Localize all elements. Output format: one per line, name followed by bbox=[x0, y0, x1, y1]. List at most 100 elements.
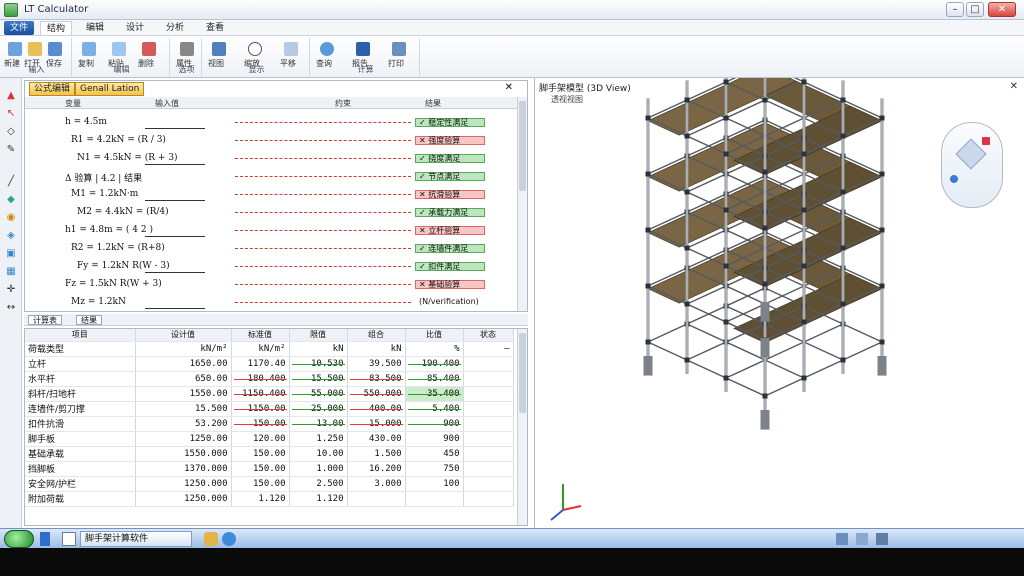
menu-file[interactable]: 文件 bbox=[4, 21, 34, 35]
table-cell[interactable] bbox=[463, 431, 514, 447]
table-cell[interactable] bbox=[463, 461, 514, 477]
table-cell[interactable]: 150.00 bbox=[231, 461, 290, 477]
close-button[interactable]: ✕ bbox=[988, 2, 1016, 17]
table-cell[interactable]: 55.000 bbox=[289, 386, 348, 402]
formula-scrollbar[interactable] bbox=[517, 97, 527, 311]
equation-row[interactable]: R2 = 1.2kN = (R+8) bbox=[71, 243, 165, 253]
table-cell[interactable] bbox=[463, 401, 514, 417]
table-cell[interactable]: 水平杆 bbox=[25, 371, 136, 387]
table-cell[interactable]: 1250.00 bbox=[135, 431, 232, 447]
table-cell[interactable]: 1250.000 bbox=[135, 476, 232, 492]
view-icon[interactable] bbox=[212, 42, 226, 56]
table-cell[interactable]: 100 bbox=[405, 476, 464, 492]
table-cell[interactable]: 430.00 bbox=[347, 431, 406, 447]
table-cell[interactable]: 900 bbox=[405, 416, 464, 432]
table-cell[interactable]: 1.000 bbox=[289, 461, 348, 477]
select-icon[interactable]: ↖ bbox=[4, 108, 18, 120]
support-icon[interactable]: ◈ bbox=[4, 230, 18, 242]
equation-row[interactable]: M2 = 4.4kN = (R/4) bbox=[77, 207, 169, 217]
table-cell[interactable]: 25.000 bbox=[289, 401, 348, 417]
table-cell[interactable]: 1170.40 bbox=[231, 356, 290, 372]
table-header-cell[interactable]: 设计值 bbox=[135, 329, 232, 342]
pen-icon[interactable]: ✎ bbox=[4, 144, 18, 156]
pointer-icon[interactable]: ▲ bbox=[4, 90, 18, 102]
table-cell[interactable]: 550.000 bbox=[347, 386, 406, 402]
table-cell[interactable]: 连墙件/剪刀撑 bbox=[25, 401, 136, 417]
equation-row[interactable]: R1 = 4.2kN = (R / 3) bbox=[71, 135, 166, 145]
sheet-tab-calc[interactable]: 计算表 bbox=[28, 315, 62, 325]
table-cell[interactable]: 53.200 bbox=[135, 416, 232, 432]
equation-row[interactable]: Δ 验算 | 4.2 | 结果 bbox=[65, 171, 142, 184]
table-cell[interactable]: 1370.000 bbox=[135, 461, 232, 477]
table-cell[interactable]: — bbox=[463, 341, 514, 357]
start-button[interactable] bbox=[4, 530, 34, 548]
table-cell[interactable]: 150.00 bbox=[231, 446, 290, 462]
table-row[interactable]: 附加荷载 1250.000 1.120 1.120 bbox=[25, 491, 514, 507]
table-cell[interactable]: 1.120 bbox=[289, 491, 348, 507]
pane-close-icon[interactable]: ✕ bbox=[505, 82, 513, 93]
print-icon[interactable] bbox=[392, 42, 406, 56]
table-cell[interactable]: 190.400 bbox=[405, 356, 464, 372]
tab-general-lation[interactable]: Genall Lation bbox=[75, 82, 145, 96]
3d-viewport[interactable]: 脚手架模型 (3D View) 透视视图 ✕ bbox=[534, 78, 1024, 528]
tray-flag-icon[interactable] bbox=[876, 533, 888, 545]
table-header-cell[interactable]: 项目 bbox=[25, 329, 136, 342]
table-cell[interactable]: 1150.400 bbox=[231, 386, 290, 402]
table-row[interactable]: 水平杆 650.00 180.400 15.500 83.500 85.400 bbox=[25, 371, 514, 387]
explorer-icon[interactable] bbox=[62, 532, 76, 546]
table-cell[interactable]: % bbox=[405, 341, 464, 357]
tab-view[interactable]: 查看 bbox=[200, 21, 230, 35]
table-cell[interactable]: 1550.00 bbox=[135, 386, 232, 402]
table-cell[interactable] bbox=[405, 491, 464, 507]
equation-row[interactable]: N1 = 4.5kN = (R + 3) bbox=[77, 153, 178, 163]
table-cell[interactable]: 150.00 bbox=[231, 416, 290, 432]
table-row[interactable]: 荷载类型 kN/m² kN/m² kN kN% — bbox=[25, 341, 514, 357]
tab-analysis[interactable]: 分析 bbox=[160, 21, 190, 35]
table-cell[interactable]: 15.500 bbox=[135, 401, 232, 417]
node-icon[interactable]: ◆ bbox=[4, 194, 18, 206]
tray-volume-icon[interactable] bbox=[856, 533, 868, 545]
table-cell[interactable]: 10.00 bbox=[289, 446, 348, 462]
table-cell[interactable]: 35.400 bbox=[405, 386, 464, 402]
table-cell[interactable] bbox=[463, 446, 514, 462]
table-cell[interactable]: 39.500 bbox=[347, 356, 406, 372]
folder-icon[interactable] bbox=[204, 532, 218, 546]
table-header-cell[interactable]: 限值 bbox=[289, 329, 348, 342]
table-cell[interactable]: 2.500 bbox=[289, 476, 348, 492]
maximize-button[interactable]: □ bbox=[966, 2, 984, 17]
table-cell[interactable]: 1650.00 bbox=[135, 356, 232, 372]
table-cell[interactable]: 180.400 bbox=[231, 371, 290, 387]
line-icon[interactable]: ╱ bbox=[4, 176, 18, 188]
table-cell[interactable]: 安全网/护栏 bbox=[25, 476, 136, 492]
table-header-cell[interactable]: 组合 bbox=[347, 329, 406, 342]
table-cell[interactable]: 1.500 bbox=[347, 446, 406, 462]
table-header-cell[interactable]: 状态 bbox=[463, 329, 514, 342]
move-icon[interactable]: ✛ bbox=[4, 284, 18, 296]
table-cell[interactable] bbox=[463, 476, 514, 492]
tab-edit[interactable]: 编辑 bbox=[80, 21, 110, 35]
table-cell[interactable]: 5.400 bbox=[405, 401, 464, 417]
zoom-icon[interactable] bbox=[248, 42, 262, 56]
table-cell[interactable]: 120.00 bbox=[231, 431, 290, 447]
table-cell[interactable]: kN/m² bbox=[135, 341, 232, 357]
browser-icon[interactable] bbox=[222, 532, 236, 546]
minimize-button[interactable]: – bbox=[946, 2, 964, 17]
table-cell[interactable]: 1250.000 bbox=[135, 491, 232, 507]
table-row[interactable]: 安全网/护栏 1250.000 150.00 2.500 3.000 100 bbox=[25, 476, 514, 492]
table-cell[interactable]: 3.000 bbox=[347, 476, 406, 492]
properties-icon[interactable] bbox=[180, 42, 194, 56]
equation-row[interactable]: M1 = 1.2kN·m bbox=[71, 189, 138, 199]
table-cell[interactable]: 150.00 bbox=[231, 476, 290, 492]
table-cell[interactable]: 附加荷载 bbox=[25, 491, 136, 507]
paste-icon[interactable] bbox=[112, 42, 126, 56]
table-cell[interactable]: 15.500 bbox=[289, 371, 348, 387]
tray-network-icon[interactable] bbox=[836, 533, 848, 545]
table-cell[interactable]: 1550.000 bbox=[135, 446, 232, 462]
table-cell[interactable]: 1.120 bbox=[231, 491, 290, 507]
equation-row[interactable]: Mz = 1.2kN bbox=[71, 297, 126, 307]
copy-icon[interactable] bbox=[82, 42, 96, 56]
table-cell[interactable]: 15.000 bbox=[347, 416, 406, 432]
table-row[interactable]: 脚手板 1250.00 120.00 1.250 430.00 900 bbox=[25, 431, 514, 447]
equation-row[interactable]: h1 = 4.8m = ( 4 2 ) bbox=[65, 225, 153, 235]
table-cell[interactable]: 荷载类型 bbox=[25, 341, 136, 357]
